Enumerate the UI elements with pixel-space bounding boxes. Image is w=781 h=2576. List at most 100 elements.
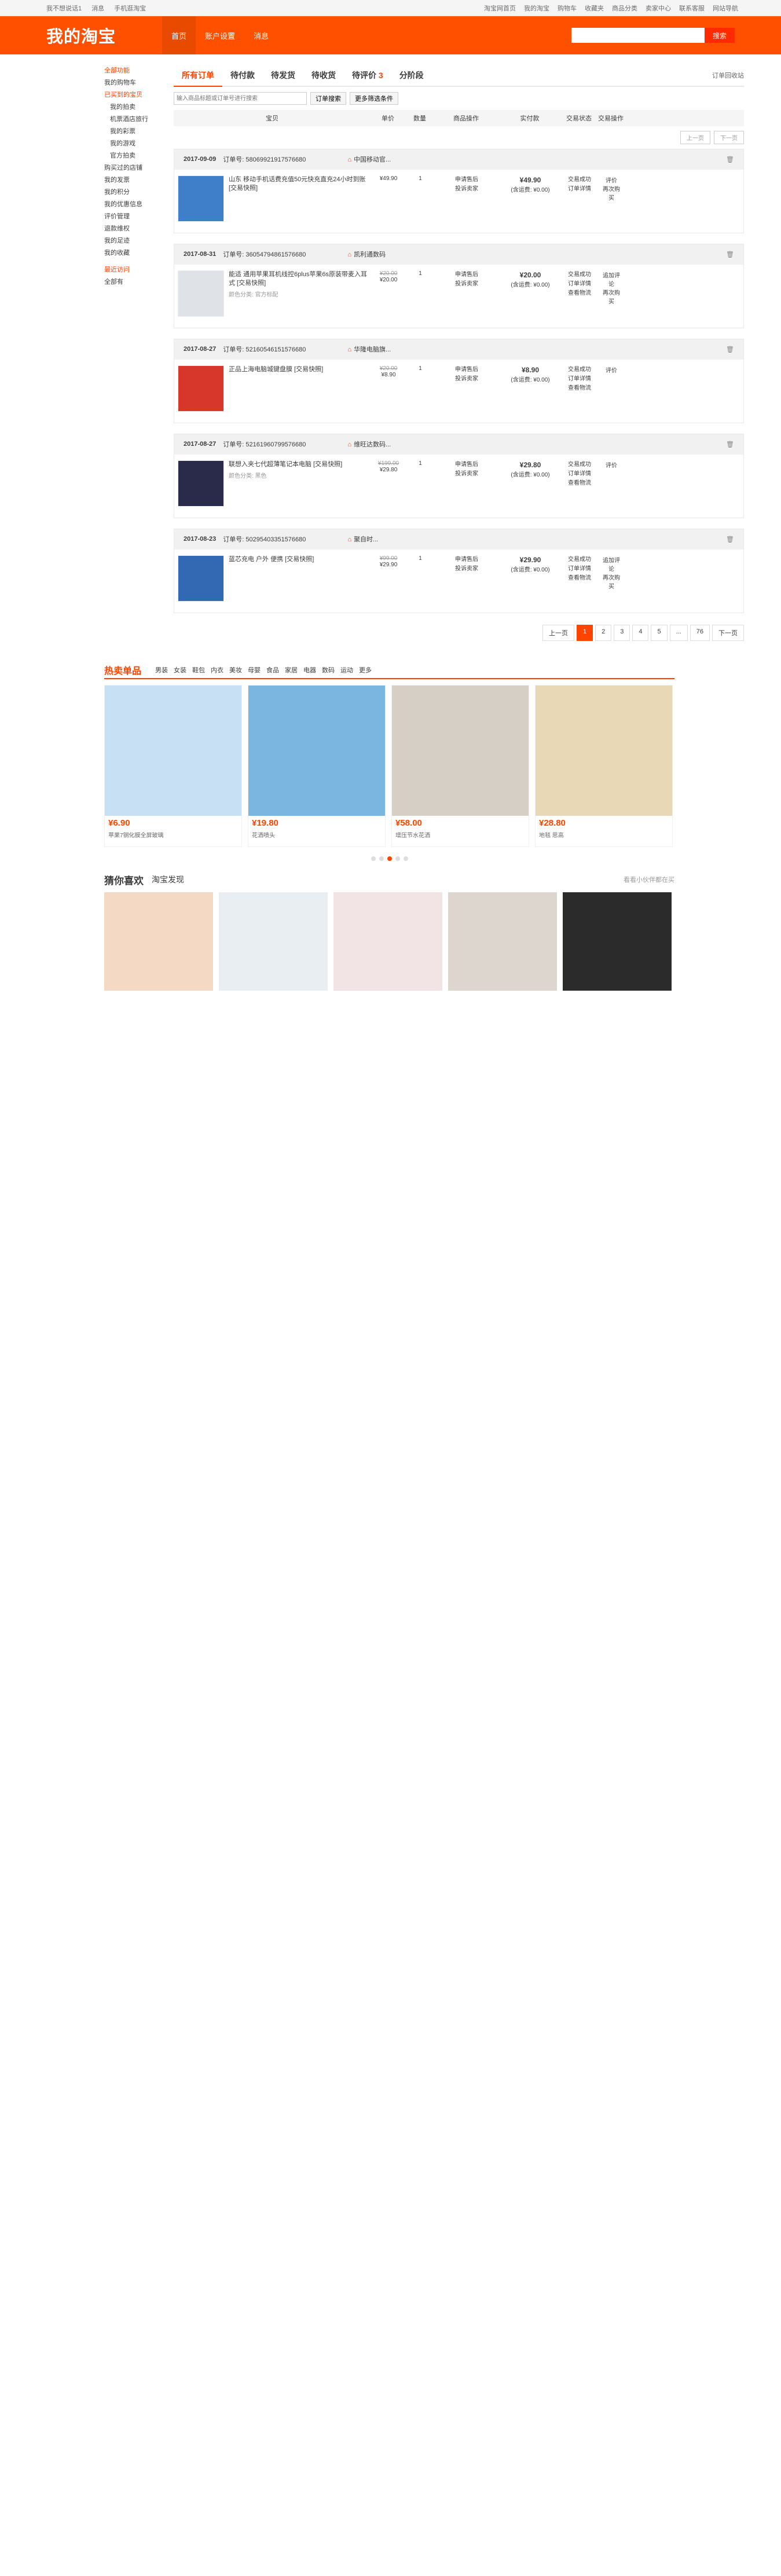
status-cell[interactable]: 交易成功 订单详情 查看物流 (562, 360, 597, 423)
sidebar-item[interactable]: 官方拍卖 (104, 150, 174, 162)
shop-name[interactable]: ⌂ 华隆电脑旗... (347, 345, 391, 354)
page-next[interactable]: 下一页 (712, 625, 744, 641)
hot-card-image[interactable] (536, 686, 672, 816)
guess-card[interactable] (333, 892, 442, 991)
page-2[interactable]: 2 (595, 625, 612, 641)
sidebar-item[interactable]: 我的彩票 (104, 126, 174, 138)
hot-tab[interactable]: 母婴 (248, 665, 261, 675)
sidebar-item[interactable]: 我的优惠信息 (104, 199, 174, 211)
hot-card[interactable]: ¥19.80 花洒喷头 (248, 685, 386, 847)
tab-stage[interactable]: 分阶段 (391, 69, 432, 86)
order-search-button[interactable]: 订单搜索 (310, 92, 346, 105)
hot-card[interactable]: ¥58.00 增压节水花洒 (391, 685, 529, 847)
action-cell[interactable]: 评价 (597, 360, 626, 423)
topbar-cart[interactable]: 购物车 (558, 3, 577, 13)
hot-tab[interactable]: 男装 (155, 665, 168, 675)
sidebar-item[interactable]: 我的积分 (104, 186, 174, 199)
topbar-category[interactable]: 商品分类 (612, 3, 637, 13)
tab-unshipped[interactable]: 待发货 (263, 69, 303, 86)
hot-tab[interactable]: 女装 (174, 665, 186, 675)
delete-icon[interactable]: 🗑 (726, 156, 734, 163)
topbar-message[interactable]: 消息 (91, 5, 104, 12)
status-cell[interactable]: 交易成功 订单详情 (562, 170, 597, 233)
hot-card-image[interactable] (248, 686, 385, 816)
search-input[interactable] (571, 28, 705, 43)
page-last[interactable]: 76 (690, 625, 710, 641)
action-cell[interactable]: 追加评论 再次购买 (597, 265, 626, 328)
hot-card-desc[interactable]: 地毯 思高 (536, 830, 672, 847)
hot-tab[interactable]: 电器 (303, 665, 316, 675)
prev-button[interactable]: 上一页 (680, 131, 710, 144)
nav-account[interactable]: 账户设置 (196, 16, 244, 54)
action-cell[interactable]: 评价 再次购买 (597, 170, 626, 233)
ops-cell[interactable]: 申请售后 投诉卖家 (435, 549, 498, 613)
hot-card-desc[interactable]: 花洒喷头 (248, 830, 385, 847)
dot[interactable] (387, 856, 392, 861)
hot-tab[interactable]: 食品 (266, 665, 279, 675)
page-5[interactable]: 5 (651, 625, 668, 641)
delete-icon[interactable]: 🗑 (726, 536, 734, 543)
product-title[interactable]: 能适 通用苹果耳机线控6plus苹果6s原装带麦入耳式 [交易快照] (229, 270, 368, 288)
order-search-input[interactable] (174, 92, 307, 105)
search-button[interactable]: 搜索 (705, 28, 735, 43)
hot-card[interactable]: ¥28.80 地毯 思高 (535, 685, 673, 847)
guess-card[interactable] (448, 892, 557, 991)
sidebar-item[interactable]: 我的购物车 (104, 77, 174, 89)
nav-message[interactable]: 消息 (244, 16, 278, 54)
topbar-seller[interactable]: 卖家中心 (646, 3, 671, 13)
sidebar-item[interactable]: 全部功能 (104, 65, 174, 77)
hot-card-image[interactable] (105, 686, 241, 816)
sidebar-item[interactable]: 我的拍卖 (104, 101, 174, 113)
page-1[interactable]: 1 (576, 625, 593, 641)
status-cell[interactable]: 交易成功 订单详情 查看物流 (562, 455, 597, 518)
product-title[interactable]: 蓝芯充电 户外 便携 [交易快照] (229, 555, 314, 564)
product-title[interactable]: 正品上海电脑城键盘膜 [交易快照] (229, 365, 323, 374)
product-image[interactable] (178, 365, 224, 412)
product-image[interactable] (178, 460, 224, 507)
dot[interactable] (403, 856, 408, 861)
tab-unreceived[interactable]: 待收货 (303, 69, 344, 86)
sidebar-item[interactable]: 评价管理 (104, 211, 174, 223)
delete-icon[interactable]: 🗑 (726, 251, 734, 258)
guess-sub[interactable]: 淘宝发现 (152, 874, 184, 885)
logo[interactable]: 我的淘宝 (46, 23, 162, 47)
hot-tab[interactable]: 数码 (322, 665, 335, 675)
page-3[interactable]: 3 (614, 625, 630, 641)
product-image[interactable] (178, 270, 224, 317)
sidebar-item[interactable]: 我的发票 (104, 174, 174, 186)
shop-name[interactable]: ⌂ 维旺达数码... (347, 439, 391, 449)
product-image[interactable] (178, 555, 224, 602)
dot[interactable] (379, 856, 384, 861)
topbar-service[interactable]: 联系客服 (679, 3, 705, 13)
sidebar-item[interactable]: 退款维权 (104, 223, 174, 235)
topbar-user[interactable]: 我不想说话1 (46, 5, 82, 12)
sidebar-item[interactable]: 已买到的宝贝 (104, 89, 174, 101)
ops-cell[interactable]: 申请售后 投诉卖家 (435, 455, 498, 518)
product-title[interactable]: 联想入夹七代超薄笔记本电脑 [交易快照] (229, 460, 342, 469)
hot-card[interactable]: ¥6.90 苹果7钢化膜全屏玻璃 (104, 685, 242, 847)
sidebar-item[interactable]: 全部有 (104, 276, 174, 288)
tab-all[interactable]: 所有订单 (174, 69, 222, 87)
action-cell[interactable]: 评价 (597, 455, 626, 518)
topbar-mobile[interactable]: 手机逛淘宝 (114, 5, 146, 12)
hot-tab[interactable]: 内衣 (211, 665, 223, 675)
sidebar-item[interactable]: 我的游戏 (104, 138, 174, 150)
topbar-sitenav[interactable]: 网站导航 (713, 3, 738, 13)
delete-icon[interactable]: 🗑 (726, 441, 734, 448)
delete-icon[interactable]: 🗑 (726, 346, 734, 353)
topbar-home[interactable]: 淘宝网首页 (484, 3, 516, 13)
sidebar-item[interactable]: 我的收藏 (104, 247, 174, 259)
status-cell[interactable]: 交易成功 订单详情 查看物流 (562, 265, 597, 328)
next-button[interactable]: 下一页 (714, 131, 744, 144)
hot-card-desc[interactable]: 苹果7钢化膜全屏玻璃 (105, 830, 241, 847)
ops-cell[interactable]: 申请售后 投诉卖家 (435, 265, 498, 328)
sidebar-item[interactable]: 购买过的店铺 (104, 162, 174, 174)
guess-card[interactable] (563, 892, 672, 991)
dot[interactable] (371, 856, 376, 861)
shop-name[interactable]: ⌂ 中国移动官... (347, 155, 391, 164)
hot-tab[interactable]: 运动 (340, 665, 353, 675)
hot-tab[interactable]: 美妆 (229, 665, 242, 675)
hot-card-desc[interactable]: 增压节水花洒 (392, 830, 529, 847)
nav-home[interactable]: 首页 (162, 16, 196, 54)
more-filter-button[interactable]: 更多筛选条件 (350, 92, 398, 105)
